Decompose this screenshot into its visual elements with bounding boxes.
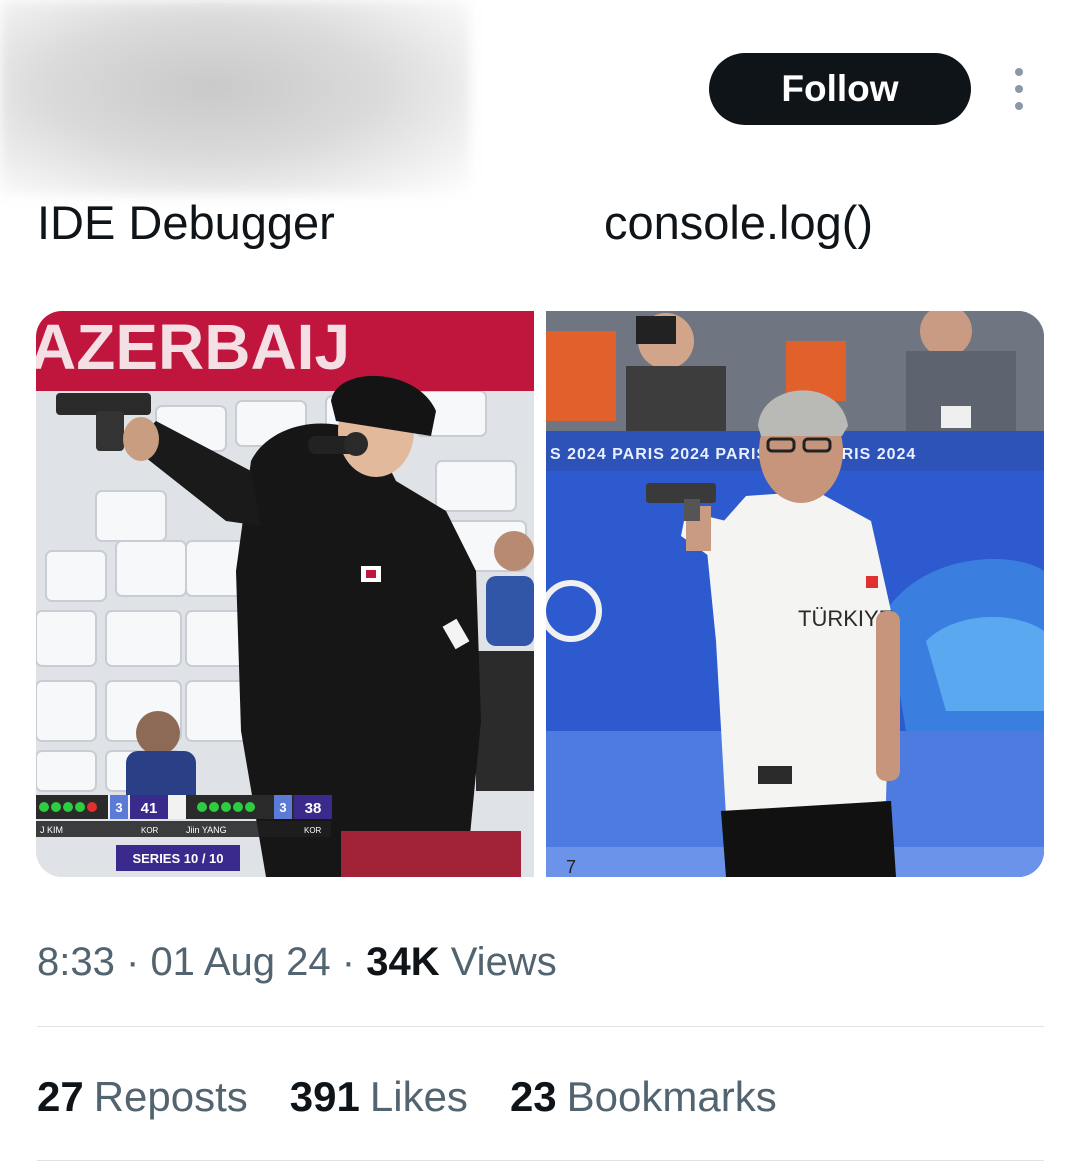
player2-sets: 3	[279, 800, 286, 815]
reposts-stat[interactable]: 27 Reposts	[37, 1073, 248, 1121]
player2-country: KOR	[304, 826, 322, 835]
more-options-icon[interactable]	[1004, 68, 1034, 110]
player1-name: J KIM	[40, 825, 63, 835]
bookmarks-count: 23	[509, 1073, 557, 1120]
likes-count: 391	[289, 1073, 360, 1120]
bookmarks-stat[interactable]: 23 Bookmarks	[510, 1073, 777, 1121]
player2-name: Jiin YANG	[186, 825, 227, 835]
player1-total: 41	[141, 800, 158, 817]
player1-country: KOR	[141, 826, 159, 835]
likes-label: Likes	[369, 1073, 468, 1120]
likes-stat[interactable]: 391 Likes	[290, 1073, 468, 1121]
post-media-grid[interactable]: AZERBAIJ 3 41 3 38 J KIM KOR Jiin YANG K…	[36, 311, 1044, 877]
post-stats: 27 Reposts 391 Likes 23 Bookmarks	[37, 1073, 777, 1121]
views-label: Views	[450, 940, 557, 984]
reposts-count: 27	[37, 1073, 84, 1120]
divider	[37, 1160, 1044, 1161]
post-date[interactable]: 01 Aug 24	[150, 940, 330, 984]
paris-board-text: S 2024 PARIS 2024 PARIS 2024 PARIS 2024	[550, 446, 916, 463]
player2-total: 38	[305, 800, 322, 817]
photo-shooter-left[interactable]: AZERBAIJ 3 41 3 38 J KIM KOR Jiin YANG K…	[36, 311, 534, 877]
caption-console-log: console.log()	[604, 196, 874, 249]
blurred-user-avatar[interactable]	[0, 0, 470, 195]
lane-number: 7	[566, 857, 576, 877]
post-time[interactable]: 8:33	[37, 940, 115, 984]
meta-separator: ·	[341, 940, 356, 984]
player1-sets: 3	[115, 800, 122, 815]
bookmarks-label: Bookmarks	[566, 1073, 777, 1120]
banner-text: AZERBAIJ	[36, 311, 350, 383]
meta-separator: ·	[125, 940, 140, 984]
post-meta: 8:33 · 01 Aug 24 · 34K Views	[37, 940, 557, 985]
views-count: 34K	[366, 940, 440, 984]
reposts-label: Reposts	[93, 1073, 248, 1120]
photo-shooter-right[interactable]: S 2024 PARIS 2024 PARIS 2024 PARIS 2024 …	[546, 311, 1044, 877]
follow-button[interactable]: Follow	[709, 53, 971, 125]
divider	[37, 1026, 1044, 1027]
caption-ide-debugger: IDE Debugger	[37, 196, 335, 249]
series-label: SERIES 10 / 10	[132, 851, 223, 866]
